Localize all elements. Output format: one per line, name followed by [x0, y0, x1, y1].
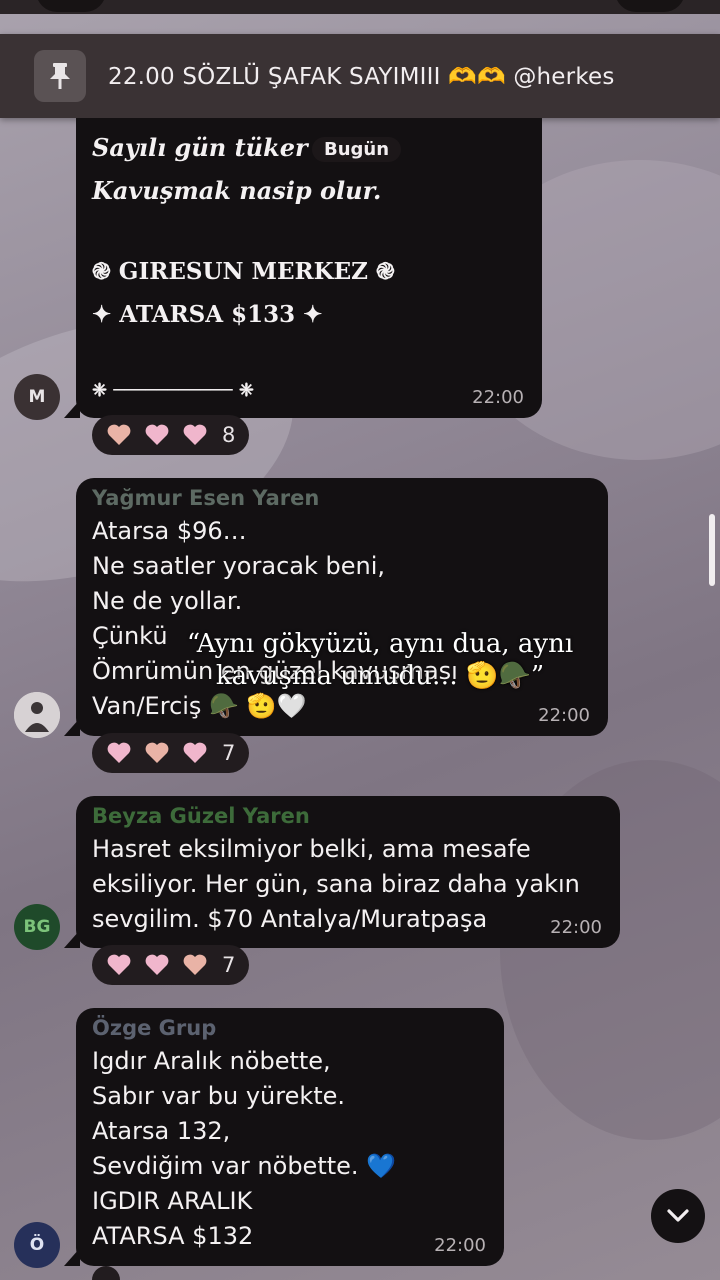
bubble-tail — [64, 400, 80, 418]
reactions-bar[interactable]: 8 — [92, 415, 250, 455]
message-text: Kavuşmak nasip olur. — [92, 176, 382, 205]
message-bubble[interactable]: Özge Grup Igdır Aralık nöbette, Sabır va… — [64, 1008, 504, 1266]
reaction-count: 7 — [222, 741, 236, 765]
sender-name: Beyza Güzel Yaren — [92, 804, 310, 828]
scroll-to-bottom-button[interactable] — [651, 1189, 705, 1243]
message-text: Sevdiğim var nöbette. 💙 — [92, 1152, 397, 1180]
heart-icon — [145, 424, 169, 445]
heart-icon — [145, 954, 169, 975]
message-time: 22:00 — [434, 1235, 486, 1256]
heart-icon — [183, 424, 207, 445]
reactions-bar[interactable]: 7 — [92, 733, 250, 773]
message-text: Ne saatler yoracak beni, — [92, 552, 386, 580]
reactions-bar[interactable]: 7 — [92, 945, 250, 985]
bubble-tail — [64, 718, 80, 736]
reactions-bar[interactable] — [92, 1266, 120, 1280]
sender-name: Özge Grup — [92, 1016, 217, 1040]
message-time: 22:00 — [472, 387, 524, 408]
message-text: eksiliyor. Her gün, sana biraz daha yakı… — [92, 870, 580, 898]
message-divider: ❈ ─────────── ❈ — [92, 380, 254, 401]
bubble-tail — [64, 930, 80, 948]
message-text: Sabır var bu yürekte. — [92, 1082, 346, 1110]
avatar[interactable] — [14, 692, 60, 738]
message-text: IGDIR ARALIK — [92, 1187, 253, 1215]
heart-icon — [183, 954, 207, 975]
message-text: Igdır Aralık nöbette, — [92, 1047, 331, 1075]
message-bubble[interactable]: Beyza Güzel Yaren Hasret eksilmiyor belk… — [64, 796, 620, 948]
message-text: sevgilim. $70 Antalya/Muratpaşa — [92, 905, 488, 933]
top-bar — [0, 0, 720, 14]
user-photo-icon — [14, 692, 60, 738]
message-text: Ne de yollar. — [92, 587, 243, 615]
scrollbar[interactable] — [709, 514, 715, 586]
pinned-message-bar[interactable]: 22.00 SÖZLÜ ŞAFAK SAYIMIII 🫶🫶 @herkes — [0, 34, 720, 118]
pinned-message-text: 22.00 SÖZLÜ ŞAFAK SAYIMIII 🫶🫶 @herkes — [108, 63, 615, 90]
chat-screen: 22.00 SÖZLÜ ŞAFAK SAYIMIII 🫶🫶 @herkes Sa… — [0, 0, 720, 1280]
message-time: 22:00 — [550, 917, 602, 938]
heart-icon — [107, 424, 131, 445]
avatar[interactable]: Ö — [14, 1222, 60, 1268]
caption-line: kavuşma umudu… 🫡🪖” — [215, 661, 545, 691]
message-text: Sayılı gün tüker — [92, 133, 308, 162]
avatar[interactable]: BG — [14, 904, 60, 950]
message-bubble[interactable]: Sayılı gün tüker Kavuşmak nasip olur. ֎ … — [64, 118, 542, 418]
message-time: 22:00 — [538, 705, 590, 726]
pin-icon — [34, 50, 86, 102]
sender-name: Yağmur Esen Yaren — [92, 486, 320, 510]
message-text: ATARSA $132 — [92, 1222, 254, 1250]
caption-line: “Aynı gökyüzü, aynı dua, aynı — [186, 629, 574, 659]
reaction-count: 8 — [222, 423, 236, 447]
message-text: ֎ GIRESUN MERKEZ ֎ — [92, 258, 395, 285]
message-text: Atarsa $96… — [92, 517, 247, 545]
heart-icon — [107, 742, 131, 763]
avatar[interactable]: M — [14, 374, 60, 420]
reaction-count: 7 — [222, 953, 236, 977]
heart-icon — [107, 954, 131, 975]
message-text: Van/Erciş 🪖 🫡🤍 — [92, 692, 307, 720]
date-separator: Bugün — [312, 137, 402, 162]
heart-icon — [145, 742, 169, 763]
chevron-down-icon — [667, 1209, 689, 1222]
bubble-tail — [64, 1248, 80, 1266]
message-bubble[interactable]: Yağmur Esen Yaren Atarsa $96… Ne saatler… — [64, 478, 608, 736]
message-text: Atarsa 132, — [92, 1117, 231, 1145]
message-text: Hasret eksilmiyor belki, ama mesafe — [92, 835, 531, 863]
heart-icon — [183, 742, 207, 763]
message-text: ✦ ATARSA $133 ✦ — [92, 301, 323, 328]
video-caption-overlay: “Aynı gökyüzü, aynı dua, aynı kavuşma um… — [150, 628, 610, 692]
